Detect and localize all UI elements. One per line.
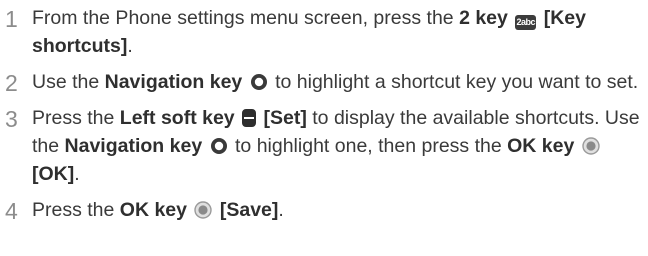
- step-text: From the Phone settings menu screen, pre…: [32, 7, 460, 29]
- key-action: [Save]: [219, 199, 279, 221]
- key-name: OK key: [507, 135, 575, 157]
- step-text: .: [74, 163, 80, 185]
- step-text: to highlight one, then press the: [229, 135, 508, 157]
- step-3: 3 Press the Left soft key [Set] to displa…: [0, 104, 648, 188]
- ok-key-icon: [582, 137, 600, 155]
- two-key-icon: 2abc: [515, 15, 537, 30]
- key-action: [OK]: [32, 163, 75, 185]
- step-text: .: [278, 199, 284, 221]
- step-text: .: [127, 35, 133, 57]
- key-name: Left soft key: [119, 107, 235, 129]
- step-1: 1 From the Phone settings menu screen, pr…: [0, 4, 648, 60]
- step-number: 2: [5, 70, 18, 96]
- step-4: 4 Press the OK key [Save].: [0, 196, 648, 224]
- navigation-key-icon: [210, 138, 227, 154]
- key-name: Navigation key: [104, 71, 243, 93]
- step-text: Use the: [32, 71, 105, 93]
- step-text: to highlight a shortcut key you want to …: [269, 71, 639, 93]
- step-text: Press the: [32, 199, 120, 221]
- step-number: 4: [5, 198, 18, 224]
- step-text: Press the: [32, 107, 120, 129]
- key-action: [Set]: [263, 107, 307, 129]
- key-name: Navigation key: [64, 135, 203, 157]
- instruction-steps: 1 From the Phone settings menu screen, pr…: [0, 0, 648, 232]
- ok-key-icon: [194, 201, 213, 219]
- step-number: 3: [5, 106, 18, 132]
- key-name: OK key: [119, 199, 187, 221]
- step-2: 2 Use the Navigation key to highlight a s…: [0, 68, 648, 96]
- key-name: 2 key: [459, 7, 508, 29]
- left-soft-key-icon: [242, 109, 257, 127]
- navigation-key-icon: [250, 74, 267, 90]
- step-number: 1: [5, 6, 18, 32]
